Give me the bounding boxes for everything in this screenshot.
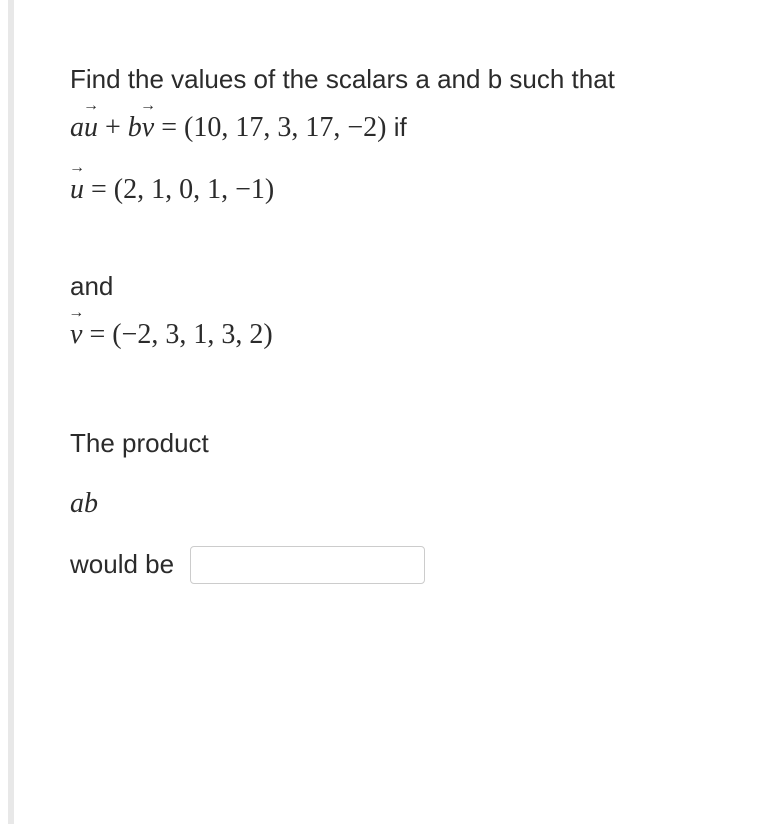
would-be-label: would be: [70, 545, 174, 584]
answer-input[interactable]: [190, 546, 425, 584]
scalar-a: a: [70, 112, 84, 143]
plus-op: +: [98, 112, 128, 143]
intro-text: Find the values of the scalars a and b s…: [70, 60, 710, 99]
vector-v-symbol: v: [142, 107, 154, 149]
result-vector: (10, 17, 3, 17, −2): [184, 112, 386, 143]
v-definition: v = (−2, 3, 1, 3, 2): [70, 314, 710, 356]
vector-u-symbol-def: u: [70, 169, 84, 211]
left-accent-bar: [8, 0, 14, 824]
answer-row: would be: [70, 545, 710, 584]
product-label: The product: [70, 424, 710, 463]
u-value: (2, 1, 0, 1, −1): [114, 174, 274, 205]
and-text: and: [70, 267, 710, 306]
vector-u-symbol: u: [84, 107, 98, 149]
v-value: (−2, 3, 1, 3, 2): [112, 319, 272, 350]
vector-v-symbol-def: v: [70, 314, 82, 356]
question-content: Find the values of the scalars a and b s…: [0, 0, 770, 652]
equals-op: =: [154, 112, 184, 143]
ab-expression: ab: [70, 483, 710, 525]
if-text: if: [386, 112, 406, 142]
main-equation: au + bv = (10, 17, 3, 17, −2) if: [70, 107, 710, 149]
v-equals: =: [82, 319, 112, 350]
u-equals: =: [84, 174, 114, 205]
u-definition: u = (2, 1, 0, 1, −1): [70, 169, 710, 211]
